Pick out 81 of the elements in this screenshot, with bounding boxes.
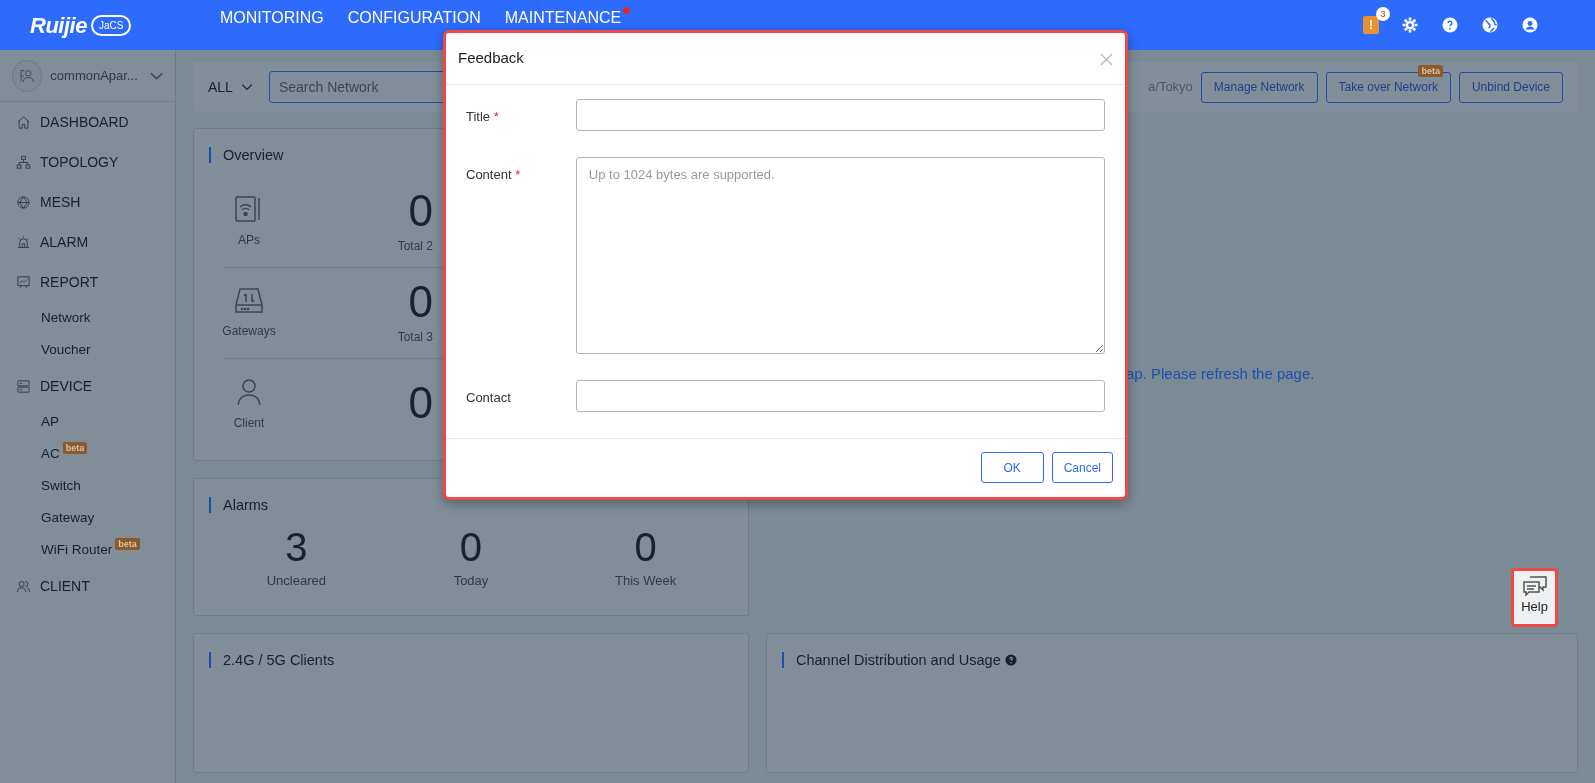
stat-value: 0 bbox=[459, 527, 483, 567]
sidebar-item[interactable]: ALARM bbox=[0, 222, 175, 262]
sidebar-item-label: ALARM bbox=[40, 232, 89, 252]
server-icon bbox=[16, 378, 31, 394]
nav-menu-item[interactable]: CONFIGURATION bbox=[347, 9, 481, 27]
sidebar-subitem[interactable]: Gateway bbox=[41, 507, 95, 529]
product-logo: JaCS bbox=[90, 14, 132, 36]
globe-icon bbox=[16, 194, 31, 210]
sidebar-item-label: TOPOLOGY bbox=[40, 152, 119, 172]
sidebar-item-label: CLIENT bbox=[40, 576, 90, 596]
scope-dropdown[interactable]: ALL bbox=[208, 76, 253, 98]
field-label: Title bbox=[466, 108, 491, 124]
user-icon bbox=[19, 67, 36, 84]
settings-icon[interactable] bbox=[1401, 16, 1419, 34]
field-label: Contact bbox=[466, 389, 511, 405]
account-name[interactable]: commonApar... bbox=[50, 65, 138, 86]
dialog-button[interactable]: OK bbox=[980, 452, 1044, 484]
sidebar-item[interactable]: MESH bbox=[0, 182, 175, 222]
beta-tag: beta bbox=[62, 442, 88, 454]
sidebar-subitem[interactable]: Network bbox=[41, 307, 91, 329]
sidebar-subitem[interactable]: AP bbox=[41, 411, 59, 433]
total-label: Total 3 bbox=[397, 329, 433, 346]
sidebar-item-label: REPORT bbox=[40, 272, 99, 292]
field-label: Content bbox=[466, 166, 512, 182]
sidebar-item[interactable]: DEVICE bbox=[0, 366, 175, 406]
count-value: 0 bbox=[408, 189, 433, 233]
stat-label: Uncleared bbox=[266, 572, 326, 590]
input-field[interactable] bbox=[575, 379, 1105, 412]
help-icon[interactable] bbox=[1004, 654, 1017, 666]
chevron-down-icon bbox=[240, 83, 253, 91]
sidebar-item[interactable]: DASHBOARD bbox=[0, 102, 175, 142]
nav-menu-item[interactable]: MONITORING bbox=[220, 9, 324, 27]
required-mark: * bbox=[515, 166, 521, 182]
sidebar-item-label: MESH bbox=[40, 192, 81, 212]
sidebar-item[interactable]: TOPOLOGY bbox=[0, 142, 175, 182]
count-value: 0 bbox=[408, 280, 433, 324]
users-icon bbox=[16, 578, 31, 594]
device-type-label: APs bbox=[238, 232, 260, 249]
card-title: Channel Distribution and Usage bbox=[782, 652, 1001, 668]
device-type-label: Client bbox=[233, 414, 265, 432]
logo-wordmark: Ruijie bbox=[30, 11, 87, 40]
globe-icon[interactable] bbox=[1481, 16, 1499, 34]
dialog-button[interactable]: Cancel bbox=[1051, 452, 1113, 484]
action-button[interactable]: Unbind Device bbox=[1458, 71, 1563, 103]
required-mark: * bbox=[493, 108, 499, 124]
stat-value: 0 bbox=[634, 527, 657, 567]
hierarchy-icon bbox=[16, 154, 31, 170]
sidebar-subitem[interactable]: WiFi Router bbox=[41, 539, 113, 561]
help-icon[interactable] bbox=[1441, 16, 1459, 34]
user-icon[interactable] bbox=[1521, 16, 1539, 34]
text-area[interactable]: Up to 1024 bytes are supported. bbox=[575, 156, 1105, 354]
sidebar-subitem[interactable]: Switch bbox=[41, 475, 81, 497]
card-title: 2.4G / 5G Clients bbox=[209, 652, 335, 668]
dialog-title: Feedback bbox=[458, 48, 524, 68]
sidebar-subitem[interactable]: AC bbox=[41, 443, 60, 465]
stat-value: 3 bbox=[285, 527, 308, 567]
help-button[interactable]: Help bbox=[1511, 568, 1558, 627]
chat-icon bbox=[1521, 575, 1548, 597]
alert-count-badge: 3 bbox=[1376, 7, 1390, 21]
alarm-icon bbox=[16, 234, 31, 250]
input-field[interactable] bbox=[575, 98, 1105, 131]
sidebar-item-label: DASHBOARD bbox=[40, 112, 129, 132]
stat-label: Today bbox=[453, 572, 489, 590]
chart-board-icon bbox=[16, 274, 31, 290]
sidebar-item-label: DEVICE bbox=[40, 376, 93, 396]
device-type-label: Gateways bbox=[222, 323, 276, 340]
chevron-down-icon[interactable] bbox=[149, 70, 163, 81]
beta-tag: beta bbox=[115, 538, 140, 550]
home-icon bbox=[16, 114, 31, 130]
count-value: 0 bbox=[408, 380, 433, 425]
alert-icon[interactable]: ! bbox=[1363, 16, 1379, 34]
gateway-icon bbox=[234, 286, 264, 314]
person-icon bbox=[234, 377, 264, 406]
sidebar-subitem[interactable]: Voucher bbox=[41, 339, 91, 361]
action-button[interactable]: Manage Network bbox=[1200, 71, 1318, 103]
beta-tag: beta bbox=[1418, 64, 1443, 77]
nav-menu-item[interactable]: MAINTENANCE bbox=[504, 9, 622, 27]
sidebar-item[interactable]: REPORT bbox=[0, 262, 175, 302]
total-label: Total 2 bbox=[397, 238, 433, 255]
sidebar-item[interactable]: CLIENT bbox=[0, 566, 175, 606]
stat-label: This Week bbox=[615, 572, 677, 590]
